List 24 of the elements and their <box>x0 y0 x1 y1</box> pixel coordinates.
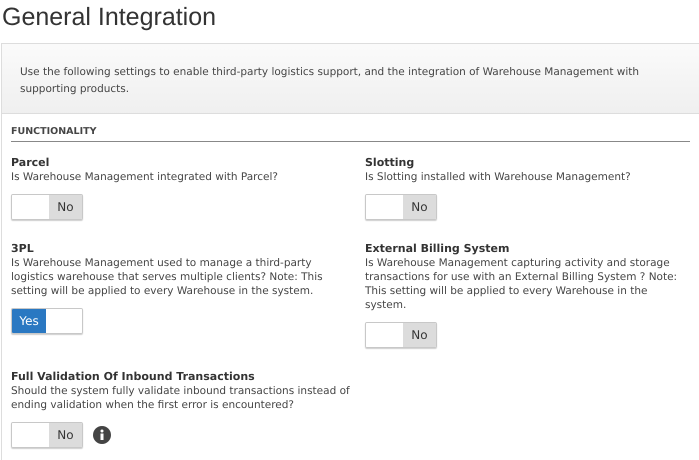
setting-title: 3PL <box>11 242 34 256</box>
setting-title: External Billing System <box>365 242 510 256</box>
toggle-knob <box>46 309 82 334</box>
setting-description: Is Warehouse Management integrated with Parcel? <box>11 170 279 184</box>
toggle-knob <box>12 195 49 220</box>
setting-title: Parcel <box>11 156 50 170</box>
toggle-knob <box>366 195 403 220</box>
toggle-switch[interactable]: Yes <box>11 308 83 334</box>
toggle-switch[interactable]: No <box>365 194 437 220</box>
toggle-switch[interactable]: No <box>11 194 83 220</box>
page-title: General Integration <box>1 2 216 33</box>
setting-description: Is Slotting installed with Warehouse Management? <box>365 170 632 184</box>
setting-description: Is Warehouse Management used to manage a third-party logistics warehouse that serves multiple clients? Note: This setting will be applied to every Warehouse in the system. <box>11 256 324 298</box>
intro-text: Use the following settings to enable third-party logistics support, and the integration of Warehouse Management with supporting products. <box>20 65 640 97</box>
setting-description: Is Warehouse Management capturing activity and storage transactions for use with an External Billing System ? Note: This setting will be applied to every Warehouse in the system. <box>365 256 678 312</box>
setting-title: Slotting <box>365 156 414 170</box>
info-icon[interactable] <box>93 426 111 444</box>
setting-description: Should the system fully validate inbound transactions instead of ending validation when the first error is encountered? <box>11 384 351 412</box>
toggle-knob <box>12 423 49 448</box>
setting-title: Full Validation Of Inbound Transactions <box>11 370 255 384</box>
toggle-switch[interactable]: No <box>11 422 83 448</box>
toggle-knob <box>366 323 403 348</box>
section-heading: FUNCTIONALITY <box>11 125 96 139</box>
toggle-switch[interactable]: No <box>365 322 437 348</box>
